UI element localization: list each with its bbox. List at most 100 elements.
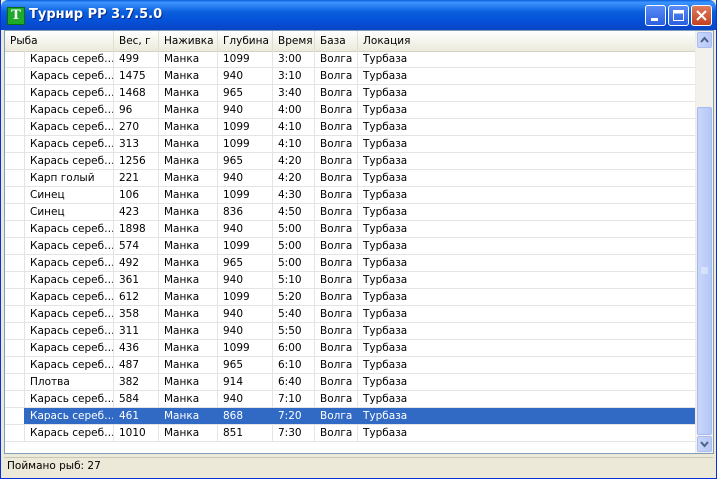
cell-time: 5:50: [273, 323, 315, 339]
cell-bait: Манка: [159, 204, 218, 220]
column-header-time[interactable]: Время: [273, 31, 315, 51]
table-row[interactable]: Карась сереб… 487 Манка 965 6:10 Волга Турбаза: [5, 357, 697, 374]
cell-depth: 940: [218, 391, 273, 407]
table-row[interactable]: Карась сереб… 436 Манка 1099 6:00 Волга Турбаз…: [5, 340, 697, 357]
table-row[interactable]: Карась сереб… 311 Манка 940 5:50 Волга Турбаза: [5, 323, 697, 340]
cell-depth: 868: [218, 408, 273, 424]
row-indent: [5, 408, 25, 424]
table-row[interactable]: Карась сереб… 313 Манка 1099 4:10 Волга Турбаз…: [5, 136, 697, 153]
row-indent: [5, 221, 25, 237]
table-row[interactable]: Карась сереб… 492 Манка 965 5:00 Волга Турбаза: [5, 255, 697, 272]
table-row[interactable]: Синец 423 Манка 836 4:50 Волга Турбаза: [5, 204, 697, 221]
row-indent: [5, 85, 25, 101]
cell-base: Волга: [315, 255, 358, 271]
cell-bait: Манка: [159, 272, 218, 288]
cell-location: Турбаза: [363, 393, 408, 405]
cell-weight: 1475: [114, 68, 159, 84]
cell-time: 4:30: [273, 187, 315, 203]
cell-weight: 382: [114, 374, 159, 390]
scroll-up-button[interactable]: [697, 32, 712, 48]
table-row[interactable]: Карась сереб… 499 Манка 1099 3:00 Волга Турбаз…: [5, 51, 697, 68]
row-indent: [5, 204, 25, 220]
cell-bait: Манка: [159, 68, 218, 84]
cell-weight: 492: [114, 255, 159, 271]
cell-time: 7:30: [273, 425, 315, 441]
cell-location: Турбаза: [363, 172, 408, 184]
column-header-depth[interactable]: Глубина: [218, 31, 273, 51]
catch-list[interactable]: Рыба Вес, г Наживка Глубина Время База Л…: [4, 30, 714, 454]
table-row[interactable]: Карась сереб… 96 Манка 940 4:00 Волга Турбаза: [5, 102, 697, 119]
scroll-thumb[interactable]: [697, 107, 712, 435]
cell-fish: Карась сереб…: [25, 136, 114, 152]
cell-depth: 1099: [218, 51, 273, 67]
cell-location: Турбаза: [363, 53, 408, 65]
table-row[interactable]: Плотва 382 Манка 914 6:40 Волга Турбаза: [5, 374, 697, 391]
cell-bait: Манка: [159, 85, 218, 101]
cell-weight: 221: [114, 170, 159, 186]
cell-depth: 851: [218, 425, 273, 441]
cell-bait: Манка: [159, 255, 218, 271]
cell-fish: Карась сереб…: [25, 85, 114, 101]
cell-time: 6:40: [273, 374, 315, 390]
table-row[interactable]: Карась сереб… 1468 Манка 965 3:40 Волга Турбаз…: [5, 85, 697, 102]
column-header-bait[interactable]: Наживка: [159, 31, 218, 51]
cell-location: Турбаза: [363, 257, 408, 269]
column-header-base[interactable]: База: [315, 31, 358, 51]
cell-location: Турбаза: [363, 359, 408, 371]
table-row[interactable]: Карась сереб… 1010 Манка 851 7:30 Волга Турбаз…: [5, 425, 697, 442]
cell-location: Турбаза: [363, 291, 408, 303]
cell-base: Волга: [315, 425, 358, 441]
cell-fish: Карась сереб…: [25, 289, 114, 305]
cell-weight: 1468: [114, 85, 159, 101]
minimize-button[interactable]: [645, 5, 666, 26]
cell-time: 7:10: [273, 391, 315, 407]
row-indent: [5, 119, 25, 135]
cell-location: Турбаза: [363, 342, 408, 354]
maximize-button[interactable]: [668, 5, 689, 26]
scroll-down-button[interactable]: [697, 436, 712, 452]
cell-weight: 436: [114, 340, 159, 356]
cell-location: Турбаза: [363, 427, 408, 439]
table-row[interactable]: Карась сереб… 358 Манка 940 5:40 Волга Турбаза: [5, 306, 697, 323]
cell-time: 5:10: [273, 272, 315, 288]
maximize-icon: [673, 10, 684, 21]
cell-base: Волга: [315, 51, 358, 67]
row-indent: [5, 68, 25, 84]
cell-fish: Карась сереб…: [25, 408, 114, 424]
row-indent: [5, 357, 25, 373]
app-icon[interactable]: T: [7, 7, 25, 25]
cell-base: Волга: [315, 306, 358, 322]
row-indent: [5, 289, 25, 305]
cell-location: Турбаза: [363, 308, 408, 320]
row-indent: [5, 136, 25, 152]
cell-bait: Манка: [159, 102, 218, 118]
cell-bait: Манка: [159, 408, 218, 424]
table-row[interactable]: Карась сереб… 584 Манка 940 7:10 Волга Турбаза: [5, 391, 697, 408]
cell-time: 4:10: [273, 119, 315, 135]
table-row[interactable]: Карась сереб… 361 Манка 940 5:10 Волга Турбаза: [5, 272, 697, 289]
column-header-fish[interactable]: Рыба: [5, 31, 114, 51]
cell-weight: 106: [114, 187, 159, 203]
column-header-location[interactable]: Локация: [358, 31, 697, 51]
table-row[interactable]: Карп голый 221 Манка 940 4:20 Волга Турбаза: [5, 170, 697, 187]
cell-bait: Манка: [159, 119, 218, 135]
table-row[interactable]: Карась сереб… 574 Манка 1099 5:00 Волга Турбаз…: [5, 238, 697, 255]
table-row[interactable]: Карась сереб… 1475 Манка 940 3:10 Волга Турбаз…: [5, 68, 697, 85]
table-row[interactable]: Карась сереб… 461 Манка 868 7:20 Волга Турбаза: [5, 408, 697, 425]
vertical-scrollbar[interactable]: [695, 31, 713, 453]
table-row[interactable]: Карась сереб… 1898 Манка 940 5:00 Волга Турбаз…: [5, 221, 697, 238]
cell-time: 5:00: [273, 221, 315, 237]
title-bar[interactable]: T Турнир РР 3.7.5.0: [1, 0, 716, 30]
table-row[interactable]: Карась сереб… 270 Манка 1099 4:10 Волга Турбаз…: [5, 119, 697, 136]
status-bar: Поймано рыб: 27: [1, 456, 716, 478]
cell-fish: Карась сереб…: [25, 425, 114, 441]
cell-time: 4:20: [273, 153, 315, 169]
table-row[interactable]: Карась сереб… 612 Манка 1099 5:20 Волга Турбаз…: [5, 289, 697, 306]
cell-bait: Манка: [159, 340, 218, 356]
close-button[interactable]: [691, 5, 712, 26]
table-row[interactable]: Синец 106 Манка 1099 4:30 Волга Турбаза: [5, 187, 697, 204]
list-rows: Карась сереб… 499 Манка 1099 3:00 Волга Турбаз…: [5, 51, 697, 442]
cell-location: Турбаза: [363, 155, 408, 167]
column-header-weight[interactable]: Вес, г: [114, 31, 159, 51]
table-row[interactable]: Карась сереб… 1256 Манка 965 4:20 Волга Турбаз…: [5, 153, 697, 170]
